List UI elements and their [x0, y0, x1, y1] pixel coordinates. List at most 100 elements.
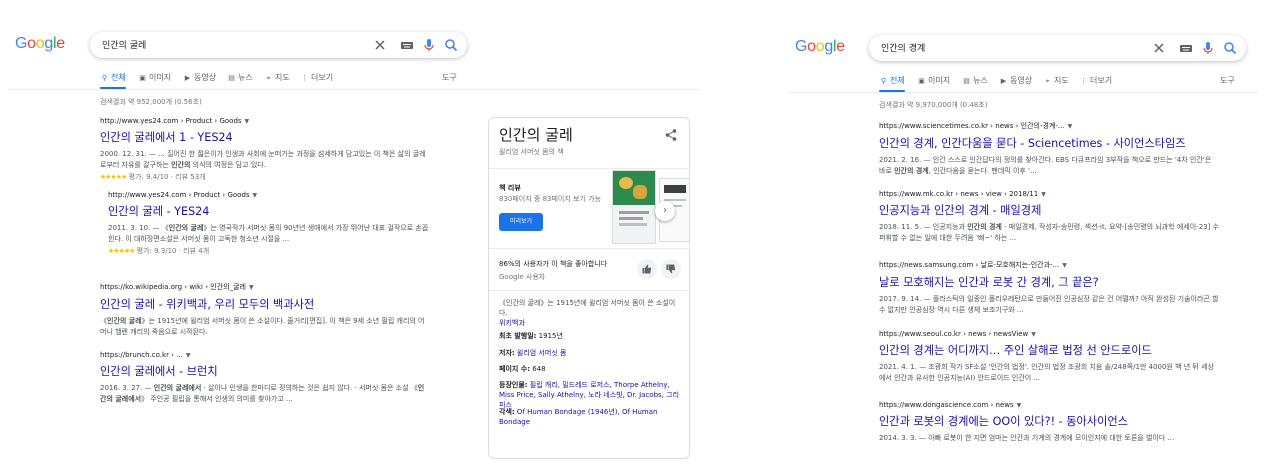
search-icon: ⚲ [880, 77, 887, 85]
mic-icon[interactable] [1200, 40, 1216, 56]
tab-news[interactable]: ▤ 뉴스 [962, 75, 988, 86]
share-icon[interactable] [664, 128, 678, 142]
result-title[interactable]: 날로 모호해지는 인간과 로봇 간 경계, 그 끝은? [879, 274, 1219, 290]
search-query[interactable]: 인간의 굴레 [102, 38, 146, 51]
kp-description: 《인간의 굴레》는 1915년에 윌리엄 서머싯 몸이 쓴 소설이다. 위키백과 [499, 299, 676, 327]
caret-down-icon[interactable]: ▼ [1031, 331, 1036, 338]
result-title[interactable]: 인간의 굴레에서 - 브런치 [100, 363, 430, 379]
tab-more[interactable]: ⋮ 더보기 [300, 72, 333, 83]
book-review-subtext: 830페이지 중 83페이지 보기 가능 [499, 195, 602, 203]
logo-letter: g [824, 38, 833, 55]
result-url[interactable]: http://www.yes24.com › Product › Goods ▼ [100, 117, 430, 125]
keyboard-icon[interactable] [399, 37, 415, 53]
caret-down-icon[interactable]: ▼ [1062, 262, 1067, 269]
logo-letter: g [44, 35, 53, 52]
map-pin-icon: ⌖ [1045, 77, 1050, 85]
result-stats: 검색결과 약 9,970,000개 (0.48초) [879, 101, 988, 109]
search-icon[interactable] [1222, 40, 1238, 56]
kp-wiki-link[interactable]: 위키백과 [499, 319, 525, 327]
result-url[interactable]: https://www.mk.co.kr › news › view › 201… [879, 190, 1219, 198]
result-url[interactable]: https://ko.wikipedia.org › wiki › 인간의_굴레… [100, 282, 430, 292]
clear-icon[interactable] [372, 37, 388, 53]
caret-down-icon[interactable]: ▼ [249, 284, 254, 291]
tools-button[interactable]: 도구 [442, 72, 457, 83]
result-url[interactable]: https://brunch.co.kr › ... ▼ [100, 351, 430, 359]
caret-down-icon[interactable]: ▼ [1068, 123, 1073, 130]
tab-images[interactable]: ▣ 이미지 [917, 75, 950, 86]
result-snippet: 2016. 3. 27. — 인간의 굴레에서 · 삶이나 인생을 한마디로 정… [100, 384, 425, 403]
result-stats: 검색결과 약 952,000개 (0.56초) [100, 98, 202, 106]
result-title[interactable]: 인간의 경계는 어디까지… 주인 살해로 법정 선 안드로이드 [879, 342, 1219, 358]
result-title[interactable]: 인간과 로봇의 경계에는 OO이 있다?! - 동아사이언스 [879, 413, 1219, 429]
kp-title: 인간의 굴레 [499, 126, 573, 144]
result-title[interactable]: 인간의 경계, 인간다움을 묻다 - Sciencetimes - 사이언스타임… [879, 135, 1219, 151]
logo-letter: G [795, 38, 808, 55]
play-icon: ▶ [184, 74, 191, 82]
result-title[interactable]: 인공지능과 인간의 경계 - 매일경제 [879, 202, 1219, 218]
caret-down-icon[interactable]: ▼ [1041, 191, 1046, 198]
logo-letter: o [815, 38, 825, 55]
tab-news[interactable]: ▤ 뉴스 [227, 72, 253, 83]
kp-fact-row: 등장인물: 필립 캐리, 밀드레드 로저스, Thorpe Athelny, M… [499, 381, 680, 409]
tab-maps[interactable]: ⌖ 지도 [1043, 75, 1069, 86]
result-url[interactable]: https://www.seoul.co.kr › news › newsVie… [879, 330, 1219, 338]
book-review-label: 책 리뷰 [499, 184, 521, 192]
search-query[interactable]: 인간의 경계 [881, 41, 925, 54]
tools-button[interactable]: 도구 [1220, 75, 1235, 86]
tab-videos[interactable]: ▶ 동영상 [999, 75, 1032, 86]
thumbs-down-icon[interactable] [661, 259, 681, 279]
result-url[interactable]: https://www.sciencetimes.co.kr › news › … [879, 121, 1219, 131]
search-box[interactable]: 인간의 경계 [869, 35, 1246, 61]
image-icon: ▣ [139, 74, 146, 82]
thumbs-up-icon[interactable] [637, 259, 657, 279]
caret-down-icon[interactable]: ▼ [186, 352, 191, 359]
kp-subtitle: 윌리엄 서머싯 몸의 책 [499, 148, 564, 156]
caret-down-icon[interactable]: ▼ [245, 118, 250, 125]
logo-letter: e [836, 38, 845, 55]
result-url[interactable]: https://news.samsung.com › 날로-모호해지는-인간과-… [879, 260, 1219, 270]
result-rating: ★★★★★ 평가: 9.3/10 · 리뷰 4개 [108, 247, 210, 255]
result-snippet: 2011. 3. 10. — 《인간의 굴레》는 영국작가 서머싯 몸의 90년… [108, 224, 429, 243]
logo-letter: e [56, 35, 65, 52]
preview-button[interactable]: 미리보기 [499, 213, 543, 231]
search-result: https://www.seoul.co.kr › news › newsVie… [879, 330, 1219, 384]
tab-all[interactable]: ⚲ 전체 [100, 72, 126, 83]
search-result: https://news.samsung.com › 날로-모호해지는-인간과-… [879, 260, 1219, 316]
tab-images[interactable]: ▣ 이미지 [138, 72, 171, 83]
keyboard-icon[interactable] [1178, 40, 1194, 56]
kp-fact-row: 최초 발행일: 1915년 [499, 332, 563, 340]
search-box[interactable]: 인간의 굴레 [90, 32, 467, 58]
search-icon[interactable] [443, 37, 459, 53]
result-title[interactable]: 인간의 굴레 - 위키백과, 우리 모두의 백과사전 [100, 296, 430, 312]
tab-maps[interactable]: ⌖ 지도 [264, 72, 290, 83]
caret-down-icon[interactable]: ▼ [1017, 402, 1022, 409]
google-logo[interactable]: Google [15, 35, 65, 53]
result-title[interactable]: 인간의 굴레 - YES24 [108, 203, 430, 219]
kp-like-text: 86%의 사용자가 이 책을 좋아합니다 [499, 260, 608, 268]
rating-stars: ★★★★★ [108, 247, 135, 255]
kp-fact-row: 페이지 수: 648 [499, 365, 546, 373]
google-logo[interactable]: Google [795, 38, 845, 56]
search-icon: ⚲ [101, 74, 108, 82]
mic-icon[interactable] [421, 37, 437, 53]
kp-divider [489, 290, 689, 291]
tab-videos[interactable]: ▶ 동영상 [183, 72, 216, 83]
book-cover-image[interactable] [612, 170, 656, 244]
result-snippet: 2018. 11. 5. — 인공지능과 인간의 경계 - 매일경제, 작성자-… [879, 223, 1219, 242]
news-icon: ▤ [963, 77, 970, 85]
kp-divider [489, 168, 689, 169]
tab-all[interactable]: ⚲ 전체 [879, 75, 905, 86]
logo-letter: o [27, 35, 36, 52]
chevron-right-icon[interactable]: › [655, 201, 675, 221]
caret-down-icon[interactable]: ▼ [253, 192, 258, 199]
kp-fact-row: 각색: Of Human Bondage (1946년), Of Human B… [499, 408, 658, 426]
result-url[interactable]: http://www.yes24.com › Product › Goods ▼ [108, 191, 430, 199]
result-url[interactable]: https://www.dongascience.com › news ▼ [879, 401, 1219, 409]
tab-bar: ⚲ 전체 ▣ 이미지 ▤ 뉴스 ▶ 동영상 ⌖ 지도 ⋮ 더보기 도구 [879, 75, 1239, 92]
search-result: https://www.mk.co.kr › news › view › 201… [879, 190, 1219, 244]
tab-more[interactable]: ⋮ 더보기 [1079, 75, 1112, 86]
result-title[interactable]: 인간의 굴레에서 1 - YES24 [100, 129, 430, 145]
clear-icon[interactable] [1151, 40, 1167, 56]
result-rating: ★★★★★ 평가: 9.4/10 · 리뷰 53개 [100, 173, 206, 181]
serp-right: Google 인간의 경계 ⚲ 전체 ▣ 이미지 ▤ 뉴스 ▶ 동영상 ⌖ 지도 ⋮ 더보기… [780, 0, 1280, 473]
